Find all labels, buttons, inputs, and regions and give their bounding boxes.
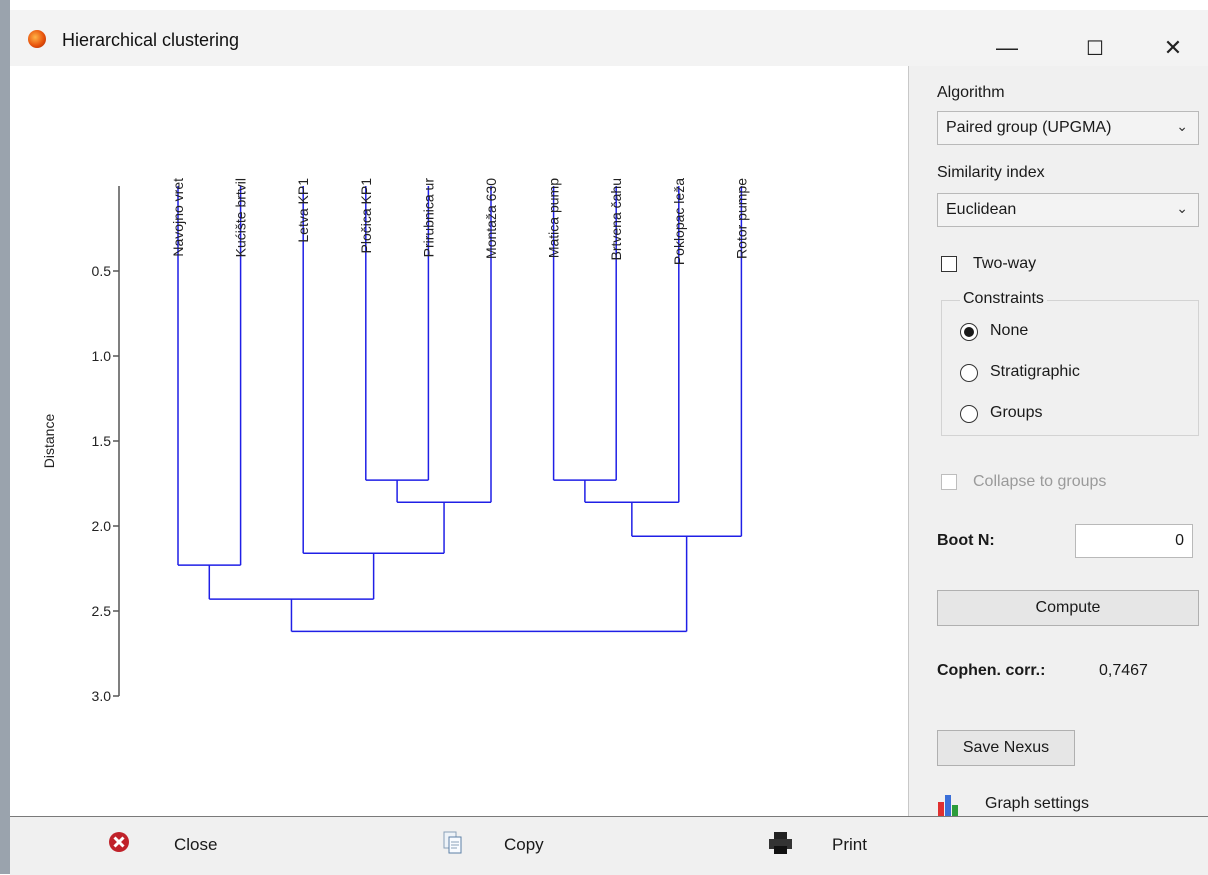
compute-button[interactable]: Compute	[937, 590, 1199, 626]
chevron-down-icon: ⌄	[1176, 118, 1188, 134]
radio-stratigraphic[interactable]	[960, 364, 978, 382]
algorithm-value: Paired group (UPGMA)	[946, 119, 1112, 136]
close-label: Close	[174, 835, 218, 854]
printer-icon	[769, 832, 792, 854]
y-tick-label: 2.5	[92, 603, 112, 619]
algorithm-select[interactable]: Paired group (UPGMA) ⌄	[937, 111, 1199, 145]
leaf-label: Pločica KP1	[358, 178, 374, 254]
settings-panel: Algorithm Paired group (UPGMA) ⌄ Similar…	[908, 66, 1208, 816]
close-action[interactable]: Close	[106, 817, 246, 875]
constraints-group: Constraints None Stratigraphic Groups	[941, 290, 1199, 436]
copy-label: Copy	[504, 835, 544, 854]
boot-label: Boot N:	[937, 532, 995, 549]
cophen-value: 0,7467	[1099, 662, 1148, 679]
graph-settings-label: Graph settings	[985, 795, 1090, 812]
print-action[interactable]: Print	[768, 817, 908, 875]
algorithm-label: Algorithm	[937, 84, 1005, 101]
leaf-label: Poklopac leža	[671, 178, 687, 265]
leaf-label: Montaža 630	[483, 178, 499, 259]
similarity-select[interactable]: Euclidean ⌄	[937, 193, 1199, 227]
leaf-label: Letva KP1	[295, 178, 311, 243]
y-tick-label: 0.5	[92, 263, 112, 279]
title-bar: Hierarchical clustering — ☐ ✕	[10, 10, 1208, 66]
radio-groups[interactable]	[960, 405, 978, 423]
leaf-label: Rotor pumpe	[733, 178, 749, 259]
bottom-toolbar: Close Copy Print	[10, 816, 1208, 875]
y-tick-label: 1.5	[92, 433, 112, 449]
radio-groups-label: Groups	[990, 404, 1043, 421]
dendrogram-plot: 0.5 1.0 1.5 2.0 2.5 3.0 Distance Navojno vret K…	[10, 66, 908, 816]
graph-settings-link[interactable]: Graph settings	[937, 790, 1137, 816]
radio-none-label: None	[990, 322, 1029, 339]
y-axis-title: Distance	[41, 414, 57, 469]
cophen-label: Cophen. corr.:	[937, 662, 1046, 679]
leaf-label: Kućište brtvil	[233, 178, 249, 257]
copy-action[interactable]: Copy	[440, 817, 580, 875]
two-way-checkbox[interactable]	[941, 256, 957, 272]
collapse-label: Collapse to groups	[973, 473, 1107, 490]
window-title: Hierarchical clustering	[62, 30, 240, 50]
boot-n-input[interactable]: 0	[1075, 524, 1193, 558]
similarity-label: Similarity index	[937, 164, 1045, 181]
leaf-label: Navojno vret	[170, 178, 186, 257]
leaf-label: Matica pump	[546, 178, 562, 258]
save-nexus-button[interactable]: Save Nexus	[937, 730, 1075, 766]
radio-none[interactable]	[960, 323, 978, 341]
similarity-value: Euclidean	[946, 201, 1017, 218]
leaf-label: Prirubnica ur	[420, 178, 436, 258]
y-tick-label: 3.0	[92, 688, 112, 704]
app-icon	[28, 30, 46, 48]
chevron-down-icon: ⌄	[1176, 200, 1188, 216]
leaf-label: Brtvena čahu	[608, 178, 624, 261]
constraints-title: Constraints	[960, 290, 1047, 308]
two-way-label: Two-way	[973, 255, 1037, 272]
copy-icon	[443, 831, 462, 854]
y-tick-label: 2.0	[92, 518, 112, 534]
dendrogram-svg: 0.5 1.0 1.5 2.0 2.5 3.0 Distance Navojno vret K…	[41, 178, 749, 704]
bar-chart-icon	[938, 795, 958, 816]
radio-stratigraphic-label: Stratigraphic	[990, 363, 1080, 380]
collapse-checkbox[interactable]	[941, 474, 957, 490]
print-label: Print	[832, 835, 867, 854]
close-circle-icon	[109, 832, 129, 852]
y-tick-label: 1.0	[92, 348, 112, 364]
